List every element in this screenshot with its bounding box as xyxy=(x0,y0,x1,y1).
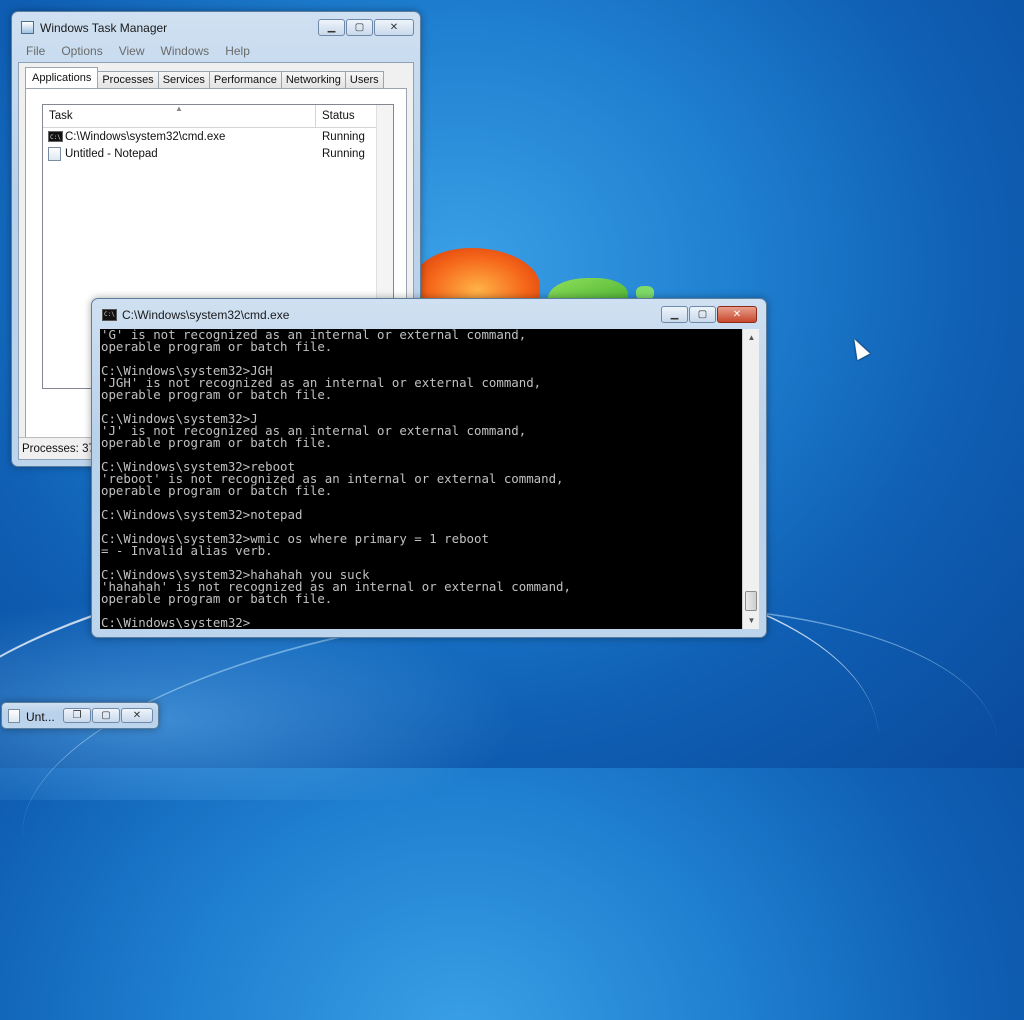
task-name: C:\Windows\system32\cmd.exe xyxy=(65,130,226,143)
minimize-button[interactable]: ▁ xyxy=(661,306,688,323)
task-row[interactable]: Untitled - Notepad Running xyxy=(43,145,393,162)
tab-processes[interactable]: Processes xyxy=(97,71,159,89)
notepad-icon xyxy=(48,146,61,161)
menu-windows[interactable]: Windows xyxy=(153,44,218,58)
task-status: Running xyxy=(322,130,365,143)
maximize-button[interactable]: ▢ xyxy=(346,19,373,36)
menu-options[interactable]: Options xyxy=(53,44,110,58)
console-text: 'G' is not recognized as an internal or … xyxy=(101,329,571,629)
tab-strip: Applications Processes Services Performa… xyxy=(25,67,384,89)
tab-users[interactable]: Users xyxy=(344,71,384,89)
column-task-label: Task xyxy=(49,110,73,122)
sort-ascending-icon: ▲ xyxy=(175,104,183,113)
close-button[interactable]: ✕ xyxy=(374,19,414,36)
console-output[interactable]: 'G' is not recognized as an internal or … xyxy=(100,329,750,629)
close-button[interactable]: ✕ xyxy=(717,306,757,323)
process-count: Processes: 37 xyxy=(22,443,95,455)
scrollbar-thumb[interactable] xyxy=(745,591,757,611)
task-manager-titlebar[interactable]: Windows Task Manager ▁ ▢ ✕ xyxy=(12,12,420,42)
column-header-task[interactable]: Task ▲ xyxy=(43,104,316,127)
minimized-notepad-window[interactable]: Unt... ❐ ▢ ✕ xyxy=(1,702,159,729)
tab-performance[interactable]: Performance xyxy=(208,71,282,89)
task-status: Running xyxy=(322,147,365,160)
task-row[interactable]: C:\ C:\Windows\system32\cmd.exe Running xyxy=(43,128,393,145)
cmd-window[interactable]: C:\ C:\Windows\system32\cmd.exe ▁ ▢ ✕ 'G… xyxy=(91,298,767,638)
cmd-titlebar[interactable]: C:\ C:\Windows\system32\cmd.exe ▁ ▢ ✕ xyxy=(92,299,766,329)
notepad-icon xyxy=(8,709,20,723)
console-scrollbar[interactable]: ▲ ▼ xyxy=(742,329,759,629)
menu-help[interactable]: Help xyxy=(217,44,258,58)
scroll-up-arrow-icon[interactable]: ▲ xyxy=(743,329,760,346)
cmd-icon: C:\ xyxy=(48,131,63,142)
menu-bar: File Options View Windows Help xyxy=(18,44,258,58)
window-title: Windows Task Manager xyxy=(40,21,168,35)
minimized-window-title: Unt... xyxy=(26,710,55,724)
tab-applications[interactable]: Applications xyxy=(25,67,99,89)
mouse-cursor-icon xyxy=(848,335,870,361)
close-button[interactable]: ✕ xyxy=(121,708,153,723)
restore-button[interactable]: ❐ xyxy=(63,708,91,723)
task-name: Untitled - Notepad xyxy=(65,147,158,160)
maximize-button[interactable]: ▢ xyxy=(689,306,716,323)
maximize-button[interactable]: ▢ xyxy=(92,708,120,723)
cmd-icon: C:\ xyxy=(102,309,117,321)
tab-services[interactable]: Services xyxy=(157,71,210,89)
window-title: C:\Windows\system32\cmd.exe xyxy=(122,308,290,322)
scroll-down-arrow-icon[interactable]: ▼ xyxy=(743,612,760,629)
minimize-button[interactable]: ▁ xyxy=(318,19,345,36)
task-manager-icon xyxy=(21,21,34,34)
tab-networking[interactable]: Networking xyxy=(280,71,346,89)
menu-file[interactable]: File xyxy=(18,44,53,58)
menu-view[interactable]: View xyxy=(111,44,153,58)
task-list-header: Task ▲ Status xyxy=(43,104,393,128)
